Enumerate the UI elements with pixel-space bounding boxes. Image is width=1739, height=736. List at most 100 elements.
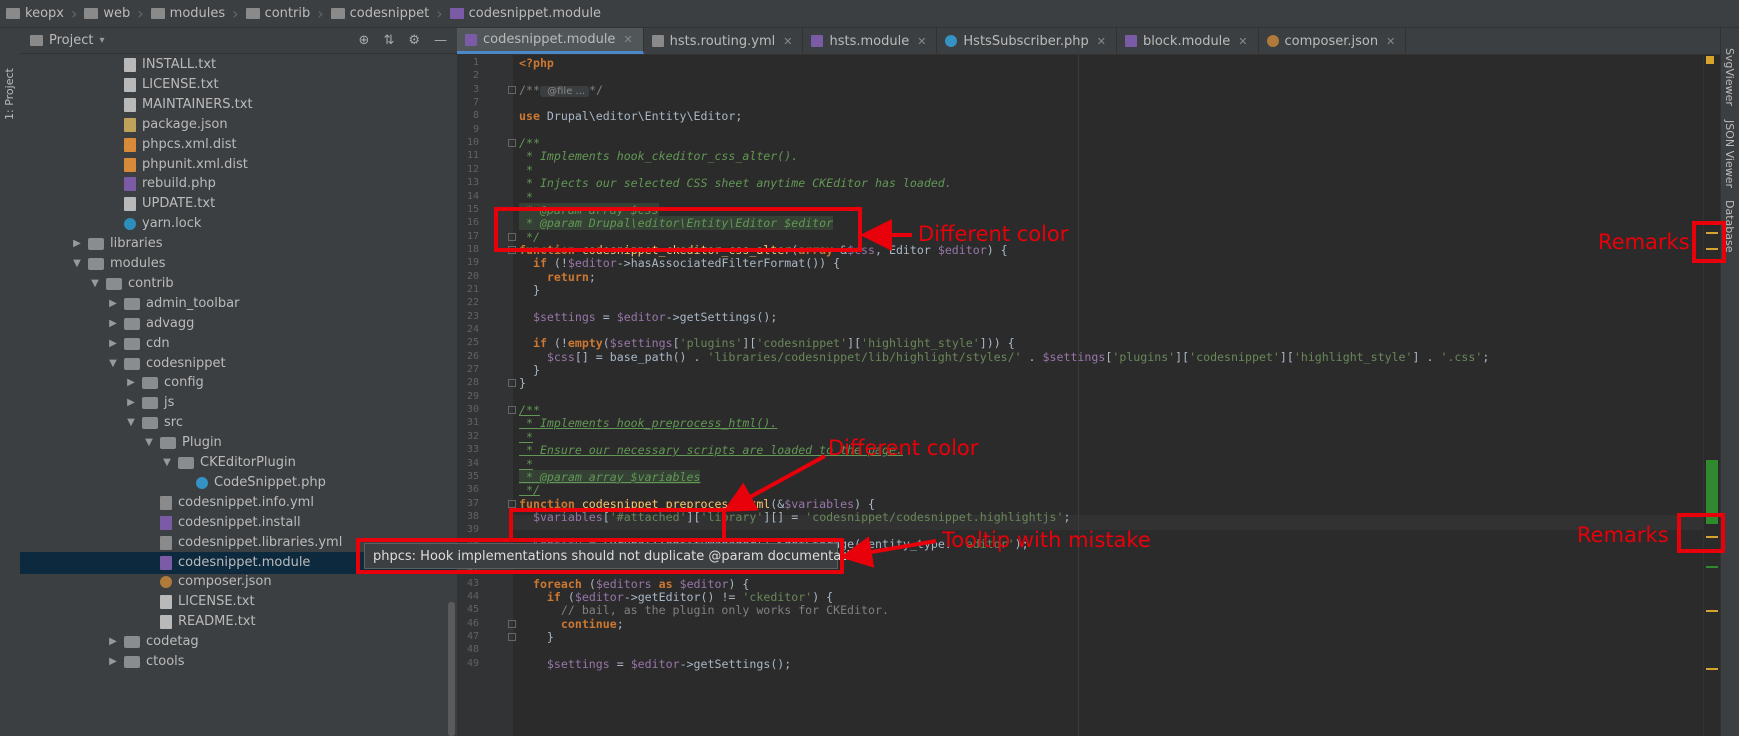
code-line[interactable]: if (!$editor->hasAssociatedFilterFormat(… <box>519 256 840 270</box>
chevron-down-icon[interactable]: ▼ <box>70 253 84 275</box>
tab-editor[interactable]: HstsSubscriber.php ✕ <box>937 28 1117 54</box>
tree-folder[interactable]: ▶ admin_toolbar <box>20 293 457 315</box>
error-stripe-mark[interactable] <box>1706 610 1718 612</box>
breadcrumb-item[interactable]: codesnippet.module <box>449 6 601 21</box>
tree-file[interactable]: LICENSE.txt <box>20 74 457 96</box>
project-tool-button[interactable]: 1: Project <box>3 64 17 124</box>
fold-marker-icon[interactable] <box>508 379 516 388</box>
chevron-down-icon[interactable]: ▼ <box>88 273 102 295</box>
code-line[interactable]: * Implements hook_ckeditor_css_alter(). <box>519 149 798 163</box>
chevron-down-icon[interactable]: ▼ <box>160 452 174 474</box>
breadcrumb-item[interactable]: codesnippet <box>330 6 429 21</box>
code-line[interactable]: if ($editor->getEditor() != 'ckeditor') … <box>519 590 833 604</box>
tree-file[interactable]: yarn.lock <box>20 213 457 235</box>
collapse-all-icon[interactable]: ⇅ <box>383 33 394 48</box>
close-icon[interactable]: ✕ <box>623 33 632 46</box>
error-stripe-mark[interactable] <box>1706 566 1718 568</box>
code-line[interactable]: /** <box>519 136 540 150</box>
tree-folder[interactable]: ▶ advagg <box>20 313 457 335</box>
chevron-right-icon[interactable]: ▶ <box>124 392 138 414</box>
fold-marker-icon[interactable] <box>508 85 516 94</box>
tree-folder[interactable]: ▼ Plugin <box>20 432 457 454</box>
code-line[interactable]: } <box>519 283 540 297</box>
fold-marker-icon[interactable] <box>508 406 516 415</box>
chevron-right-icon[interactable]: ▶ <box>106 293 120 315</box>
chevron-right-icon[interactable]: ▶ <box>124 372 138 394</box>
breadcrumb-item[interactable]: keopx <box>6 6 64 21</box>
json-viewer-tool-button[interactable]: JSON Viewer <box>1723 120 1736 188</box>
breadcrumb-item[interactable]: contrib <box>245 6 310 21</box>
code-line[interactable]: } <box>519 363 540 377</box>
code-line[interactable]: * <box>519 190 533 204</box>
tab-editor[interactable]: hsts.module ✕ <box>803 28 938 54</box>
code-line[interactable]: if (!empty($settings['plugins']['codesni… <box>519 336 1015 350</box>
close-icon[interactable]: ✕ <box>917 35 926 48</box>
tree-folder[interactable]: ▶ cdn <box>20 333 457 355</box>
tree-file[interactable]: LICENSE.txt <box>20 591 457 613</box>
code-line[interactable]: * <box>519 163 533 177</box>
tree-folder[interactable]: ▶ config <box>20 372 457 394</box>
tree-folder[interactable]: ▶ ctools <box>20 651 457 673</box>
tree-folder[interactable]: ▼ CKEditorPlugin <box>20 452 457 474</box>
code-line[interactable]: $settings = $editor->getSettings(); <box>519 310 777 324</box>
close-icon[interactable]: ✕ <box>1238 35 1247 48</box>
tree-file[interactable]: codesnippet.install <box>20 512 457 534</box>
code-line[interactable]: return; <box>519 270 596 284</box>
project-scrollbar[interactable] <box>448 602 455 736</box>
project-panel-title[interactable]: Project <box>49 33 93 48</box>
tree-folder[interactable]: ▶ libraries <box>20 233 457 255</box>
tree-file[interactable]: rebuild.php <box>20 173 457 195</box>
chevron-down-icon[interactable]: ▼ <box>106 353 120 375</box>
chevron-right-icon[interactable]: ▶ <box>106 333 120 355</box>
tree-file[interactable]: CodeSnippet.php <box>20 472 457 494</box>
error-stripe[interactable] <box>1703 55 1721 736</box>
code-line[interactable]: * Injects our selected CSS sheet anytime… <box>519 176 952 190</box>
code-line[interactable]: } <box>519 376 526 390</box>
tree-file[interactable]: MAINTAINERS.txt <box>20 94 457 116</box>
tree-folder[interactable]: ▼ codesnippet <box>20 353 457 375</box>
code-line[interactable]: // bail, as the plugin only works for CK… <box>519 603 889 617</box>
tree-folder[interactable]: ▶ js <box>20 392 457 414</box>
chevron-down-icon[interactable]: ▼ <box>142 432 156 454</box>
code-line[interactable]: /** <box>519 403 540 417</box>
tree-file[interactable]: codesnippet.info.yml <box>20 492 457 514</box>
chevron-right-icon[interactable]: ▶ <box>70 233 84 255</box>
tab-editor[interactable]: composer.json ✕ <box>1259 28 1407 54</box>
code-line[interactable]: } <box>519 630 554 644</box>
fold-marker-icon[interactable] <box>508 633 516 642</box>
tree-file[interactable]: package.json <box>20 114 457 136</box>
close-icon[interactable]: ✕ <box>1097 35 1106 48</box>
tree-folder[interactable]: ▶ codetag <box>20 631 457 653</box>
tree-file[interactable]: phpcs.xml.dist <box>20 134 457 156</box>
close-icon[interactable]: ✕ <box>783 35 792 48</box>
code-line[interactable]: * Implements hook_preprocess_html(). <box>519 416 777 430</box>
chevron-down-icon[interactable]: ▾ <box>99 35 104 46</box>
tab-editor[interactable]: block.module ✕ <box>1117 28 1259 54</box>
tree-file[interactable]: phpunit.xml.dist <box>20 154 457 176</box>
error-stripe-mark[interactable] <box>1706 56 1714 64</box>
tree-file[interactable]: INSTALL.txt <box>20 54 457 76</box>
breadcrumb-item[interactable]: web <box>84 6 130 21</box>
code-line[interactable]: <?php <box>519 56 554 70</box>
close-icon[interactable]: ✕ <box>1386 35 1395 48</box>
tree-file[interactable]: UPDATE.txt <box>20 193 457 215</box>
code-line[interactable]: /** @file ... */ <box>519 83 603 97</box>
tree-folder[interactable]: ▼ contrib <box>20 273 457 295</box>
code-line[interactable]: use Drupal\editor\Entity\Editor; <box>519 109 742 123</box>
code-line[interactable]: */ <box>519 483 540 497</box>
tree-file[interactable]: composer.json <box>20 571 457 593</box>
breadcrumb-item[interactable]: modules <box>150 6 225 21</box>
svgviewer-tool-button[interactable]: SvgViewer <box>1723 48 1736 106</box>
chevron-right-icon[interactable]: ▶ <box>106 651 120 673</box>
chevron-right-icon[interactable]: ▶ <box>106 313 120 335</box>
code-line[interactable]: foreach ($editors as $editor) { <box>519 577 749 591</box>
chevron-down-icon[interactable]: ▼ <box>124 412 138 434</box>
gear-icon[interactable]: ⚙ <box>408 33 420 48</box>
tab-editor[interactable]: hsts.routing.yml ✕ <box>644 28 804 54</box>
tree-folder[interactable]: ▼ modules <box>20 253 457 275</box>
chevron-right-icon[interactable]: ▶ <box>106 631 120 653</box>
fold-marker-icon[interactable] <box>508 619 516 628</box>
code-line[interactable]: $css[] = base_path() . 'libraries/codesn… <box>519 350 1489 364</box>
code-line[interactable]: $settings = $editor->getSettings(); <box>519 657 791 671</box>
tab-editor[interactable]: codesnippet.module ✕ <box>457 28 644 54</box>
